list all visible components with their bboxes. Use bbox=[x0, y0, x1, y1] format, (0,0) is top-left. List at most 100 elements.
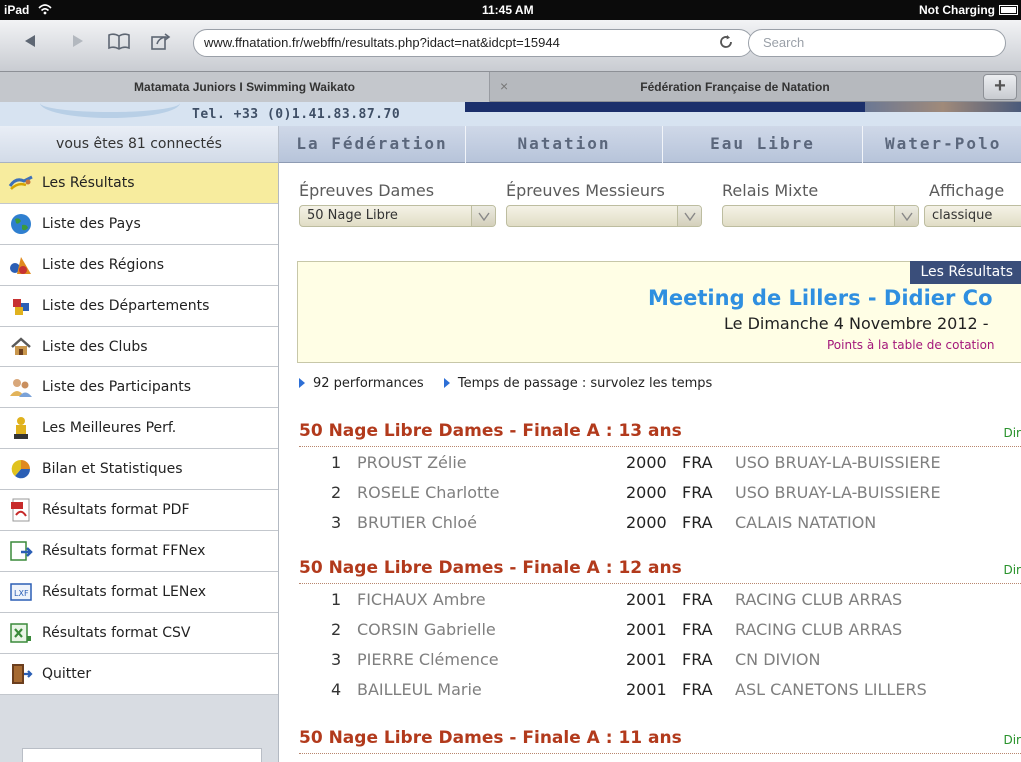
charge-status: Not Charging bbox=[919, 3, 995, 17]
direct-link[interactable]: Dir bbox=[1003, 563, 1021, 577]
sidebar-item-departements[interactable]: Liste des Départements bbox=[0, 285, 278, 327]
select-epreuves-messieurs[interactable] bbox=[506, 205, 702, 227]
meeting-banner: Les Résultats Meeting de Lillers - Didie… bbox=[297, 261, 1021, 363]
pdf-icon bbox=[8, 497, 34, 523]
tab-ffn[interactable]: × Fédération Française de Natation bbox=[490, 72, 980, 102]
tab-label: Matamata Juniors I Swimming Waikato bbox=[134, 80, 355, 94]
lenex-icon: LXF bbox=[8, 579, 34, 605]
exit-door-icon bbox=[8, 661, 34, 687]
result-row[interactable]: 3 BRUTIER Chloé 2000 FRA CALAIS NATATION bbox=[299, 507, 1021, 537]
wifi-icon bbox=[38, 4, 52, 15]
departments-icon bbox=[8, 293, 34, 319]
browser-tabs: Matamata Juniors I Swimming Waikato × Fé… bbox=[0, 72, 1021, 102]
sidebar-item-label: Résultats format FFNex bbox=[42, 542, 206, 559]
forward-icon[interactable] bbox=[66, 28, 90, 54]
svg-text:LXF: LXF bbox=[14, 589, 29, 598]
chevron-down-icon bbox=[471, 206, 495, 226]
nav-water-polo[interactable]: Water-Polo bbox=[863, 126, 1021, 163]
main-nav: La Fédération Natation Eau Libre Water-P… bbox=[279, 126, 1021, 163]
arrow-right-icon bbox=[443, 378, 450, 388]
header-photo bbox=[865, 102, 1021, 112]
sidebar-item-label: Les Résultats bbox=[42, 174, 135, 191]
site-header: Tel. +33 (0)1.41.83.87.70 bbox=[0, 102, 1021, 126]
direct-link[interactable]: Dir bbox=[1003, 426, 1021, 440]
url-field[interactable]: www.ffnatation.fr/webffn/resultats.php?i… bbox=[193, 29, 753, 57]
sidebar-item-csv[interactable]: Résultats format CSV bbox=[0, 612, 278, 654]
share-icon[interactable] bbox=[148, 28, 174, 54]
result-row[interactable]: 2 ROSELE Charlotte 2000 FRA USO BRUAY-LA-BUI… bbox=[299, 477, 1021, 507]
select-affichage[interactable]: classique bbox=[924, 205, 1021, 227]
passage-hint: Temps de passage : survolez les temps bbox=[457, 376, 713, 391]
sidebar: Les Résultats Liste des Pays Liste des R… bbox=[0, 163, 279, 762]
filter-affichage-label: Affichage bbox=[929, 181, 1005, 200]
back-icon[interactable] bbox=[18, 28, 42, 54]
meeting-title: Meeting de Lillers - Didier Co bbox=[648, 286, 993, 310]
sidebar-item-regions[interactable]: Liste des Régions bbox=[0, 244, 278, 286]
bookmarks-icon[interactable] bbox=[104, 28, 134, 54]
sidebar-box bbox=[22, 748, 262, 762]
battery-icon bbox=[999, 5, 1018, 15]
filter-dames-label: Épreuves Dames bbox=[299, 181, 435, 200]
results-tag: Les Résultats bbox=[910, 261, 1021, 284]
logo-swoosh bbox=[40, 102, 180, 118]
sidebar-item-bilan[interactable]: Bilan et Statistiques bbox=[0, 449, 278, 491]
reload-icon[interactable] bbox=[718, 34, 736, 52]
sidebar-item-label: Liste des Régions bbox=[42, 256, 165, 273]
chart-icon bbox=[8, 456, 34, 482]
nav-federation[interactable]: La Fédération bbox=[279, 126, 466, 163]
sidebar-item-pdf[interactable]: Résultats format PDF bbox=[0, 490, 278, 532]
sidebar-item-label: Liste des Clubs bbox=[42, 338, 148, 355]
select-epreuves-dames[interactable]: 50 Nage Libre bbox=[299, 205, 496, 227]
sidebar-item-resultats[interactable]: Les Résultats bbox=[0, 163, 278, 204]
sidebar-item-label: Résultats format PDF bbox=[42, 502, 190, 519]
sidebar-item-label: Liste des Pays bbox=[42, 215, 141, 232]
house-icon bbox=[8, 334, 34, 360]
browser-toolbar: www.ffnatation.fr/webffn/resultats.php?i… bbox=[0, 20, 1021, 72]
sidebar-item-label: Liste des Participants bbox=[42, 379, 192, 396]
filter-relais-label: Relais Mixte bbox=[722, 181, 819, 200]
people-icon bbox=[8, 374, 34, 400]
direct-link[interactable]: Dir bbox=[1003, 733, 1021, 747]
sidebar-item-ffnex[interactable]: Résultats format FFNex bbox=[0, 531, 278, 572]
meeting-date: Le Dimanche 4 Novembre 2012 - bbox=[724, 314, 989, 333]
status-bar: iPad 11:45 AM Not Charging bbox=[0, 0, 1021, 20]
arrow-right-icon bbox=[299, 378, 305, 388]
tab-matamata[interactable]: Matamata Juniors I Swimming Waikato bbox=[0, 72, 490, 102]
sidebar-item-meilleures-perf[interactable]: Les Meilleures Perf. bbox=[0, 408, 278, 450]
sidebar-item-label: Résultats format CSV bbox=[42, 624, 191, 641]
trophy-icon bbox=[8, 415, 34, 441]
sidebar-item-lenex[interactable]: LXF Résultats format LENex bbox=[0, 571, 278, 613]
result-row[interactable]: 1 PROUST Zélie 2000 FRA USO BRUAY-LA-BUISSIE… bbox=[299, 447, 1021, 477]
regions-icon bbox=[8, 252, 34, 278]
nav-eau-libre[interactable]: Eau Libre bbox=[663, 126, 863, 163]
result-row[interactable]: 3 PIERRE Clémence 2001 FRA CN DIVION bbox=[299, 644, 1021, 674]
header-banner bbox=[465, 102, 865, 112]
sidebar-item-label: Bilan et Statistiques bbox=[42, 461, 183, 478]
race-block: 50 Nage Libre Dames - Finale A : 12 ans D… bbox=[299, 556, 1021, 704]
tab-label: Fédération Française de Natation bbox=[640, 80, 830, 94]
new-tab-button[interactable]: + bbox=[983, 74, 1017, 100]
sidebar-item-label: Résultats format LENex bbox=[42, 583, 207, 600]
close-tab-icon[interactable]: × bbox=[500, 78, 508, 94]
race-block: 50 Nage Libre Dames - Finale A : 11 ans D… bbox=[299, 726, 1021, 754]
race-block: 50 Nage Libre Dames - Finale A : 13 ans D… bbox=[299, 419, 1021, 537]
nav-natation[interactable]: Natation bbox=[466, 126, 663, 163]
sidebar-item-quitter[interactable]: Quitter bbox=[0, 653, 278, 695]
search-field[interactable]: Search bbox=[748, 29, 1006, 57]
select-value: 50 Nage Libre bbox=[307, 208, 398, 223]
globe-icon bbox=[8, 211, 34, 237]
points-table-link[interactable]: Points à la table de cotation bbox=[827, 338, 995, 352]
result-row[interactable]: 2 CORSIN Gabrielle 2001 FRA RACING CLUB ARRA… bbox=[299, 614, 1021, 644]
performances-count[interactable]: 92 performances bbox=[313, 376, 424, 391]
select-relais-mixte[interactable] bbox=[722, 205, 919, 227]
result-row[interactable]: 4 BAILLEUL Marie 2001 FRA ASL CANETONS LILLE… bbox=[299, 674, 1021, 704]
sidebar-item-pays[interactable]: Liste des Pays bbox=[0, 203, 278, 245]
info-line: 92 performances Temps de passage : survo… bbox=[299, 376, 712, 391]
filter-messieurs-label: Épreuves Messieurs bbox=[506, 181, 665, 200]
sidebar-item-participants[interactable]: Liste des Participants bbox=[0, 367, 278, 409]
race-title: 50 Nage Libre Dames - Finale A : 12 ans D… bbox=[299, 556, 1021, 584]
result-row[interactable]: 1 FICHAUX Ambre 2001 FRA RACING CLUB ARRAS bbox=[299, 584, 1021, 614]
sidebar-item-clubs[interactable]: Liste des Clubs bbox=[0, 326, 278, 368]
device-name: iPad bbox=[4, 3, 30, 17]
connected-count: vous êtes 81 connectés bbox=[0, 126, 279, 163]
